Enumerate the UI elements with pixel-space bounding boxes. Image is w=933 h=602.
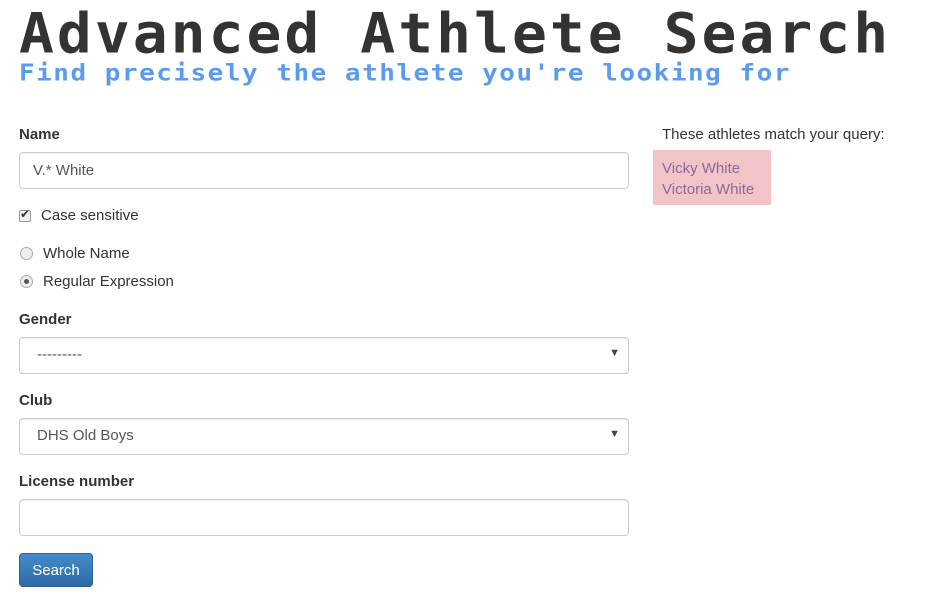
chevron-down-icon: ▼ [609,347,620,359]
whole-name-label: Whole Name [43,245,130,262]
whole-name-radio[interactable] [20,247,33,260]
gender-select[interactable]: --------- ▼ [19,337,629,374]
license-label: License number [19,473,135,490]
results-heading: These athletes match your query: [662,126,885,143]
results-list: Vicky White Victoria White [653,150,771,205]
license-input[interactable] [19,499,629,536]
check-icon: ✔ [20,206,31,221]
result-link-vicky-white[interactable]: Vicky White [662,158,771,179]
gender-selected-value: --------- [37,346,82,363]
page-subtitle: Find precisely the athlete you're lookin… [19,59,791,87]
case-sensitive-label: Case sensitive [41,207,139,224]
search-button[interactable]: Search [19,553,93,587]
regex-label: Regular Expression [43,273,174,290]
case-sensitive-option[interactable]: ✔ Case sensitive [19,207,139,224]
name-label: Name [19,126,60,143]
club-select[interactable]: DHS Old Boys ▼ [19,418,629,455]
result-link-victoria-white[interactable]: Victoria White [662,179,771,200]
regex-radio[interactable] [20,275,33,288]
chevron-down-icon: ▼ [609,428,620,440]
regex-option[interactable]: Regular Expression [19,273,174,290]
name-input[interactable] [19,152,629,189]
club-selected-value: DHS Old Boys [37,427,134,444]
whole-name-option[interactable]: Whole Name [19,245,130,262]
case-sensitive-checkbox[interactable]: ✔ [19,206,31,222]
page-title: Advanced Athlete Search [19,1,892,66]
gender-label: Gender [19,311,72,328]
club-label: Club [19,392,53,409]
